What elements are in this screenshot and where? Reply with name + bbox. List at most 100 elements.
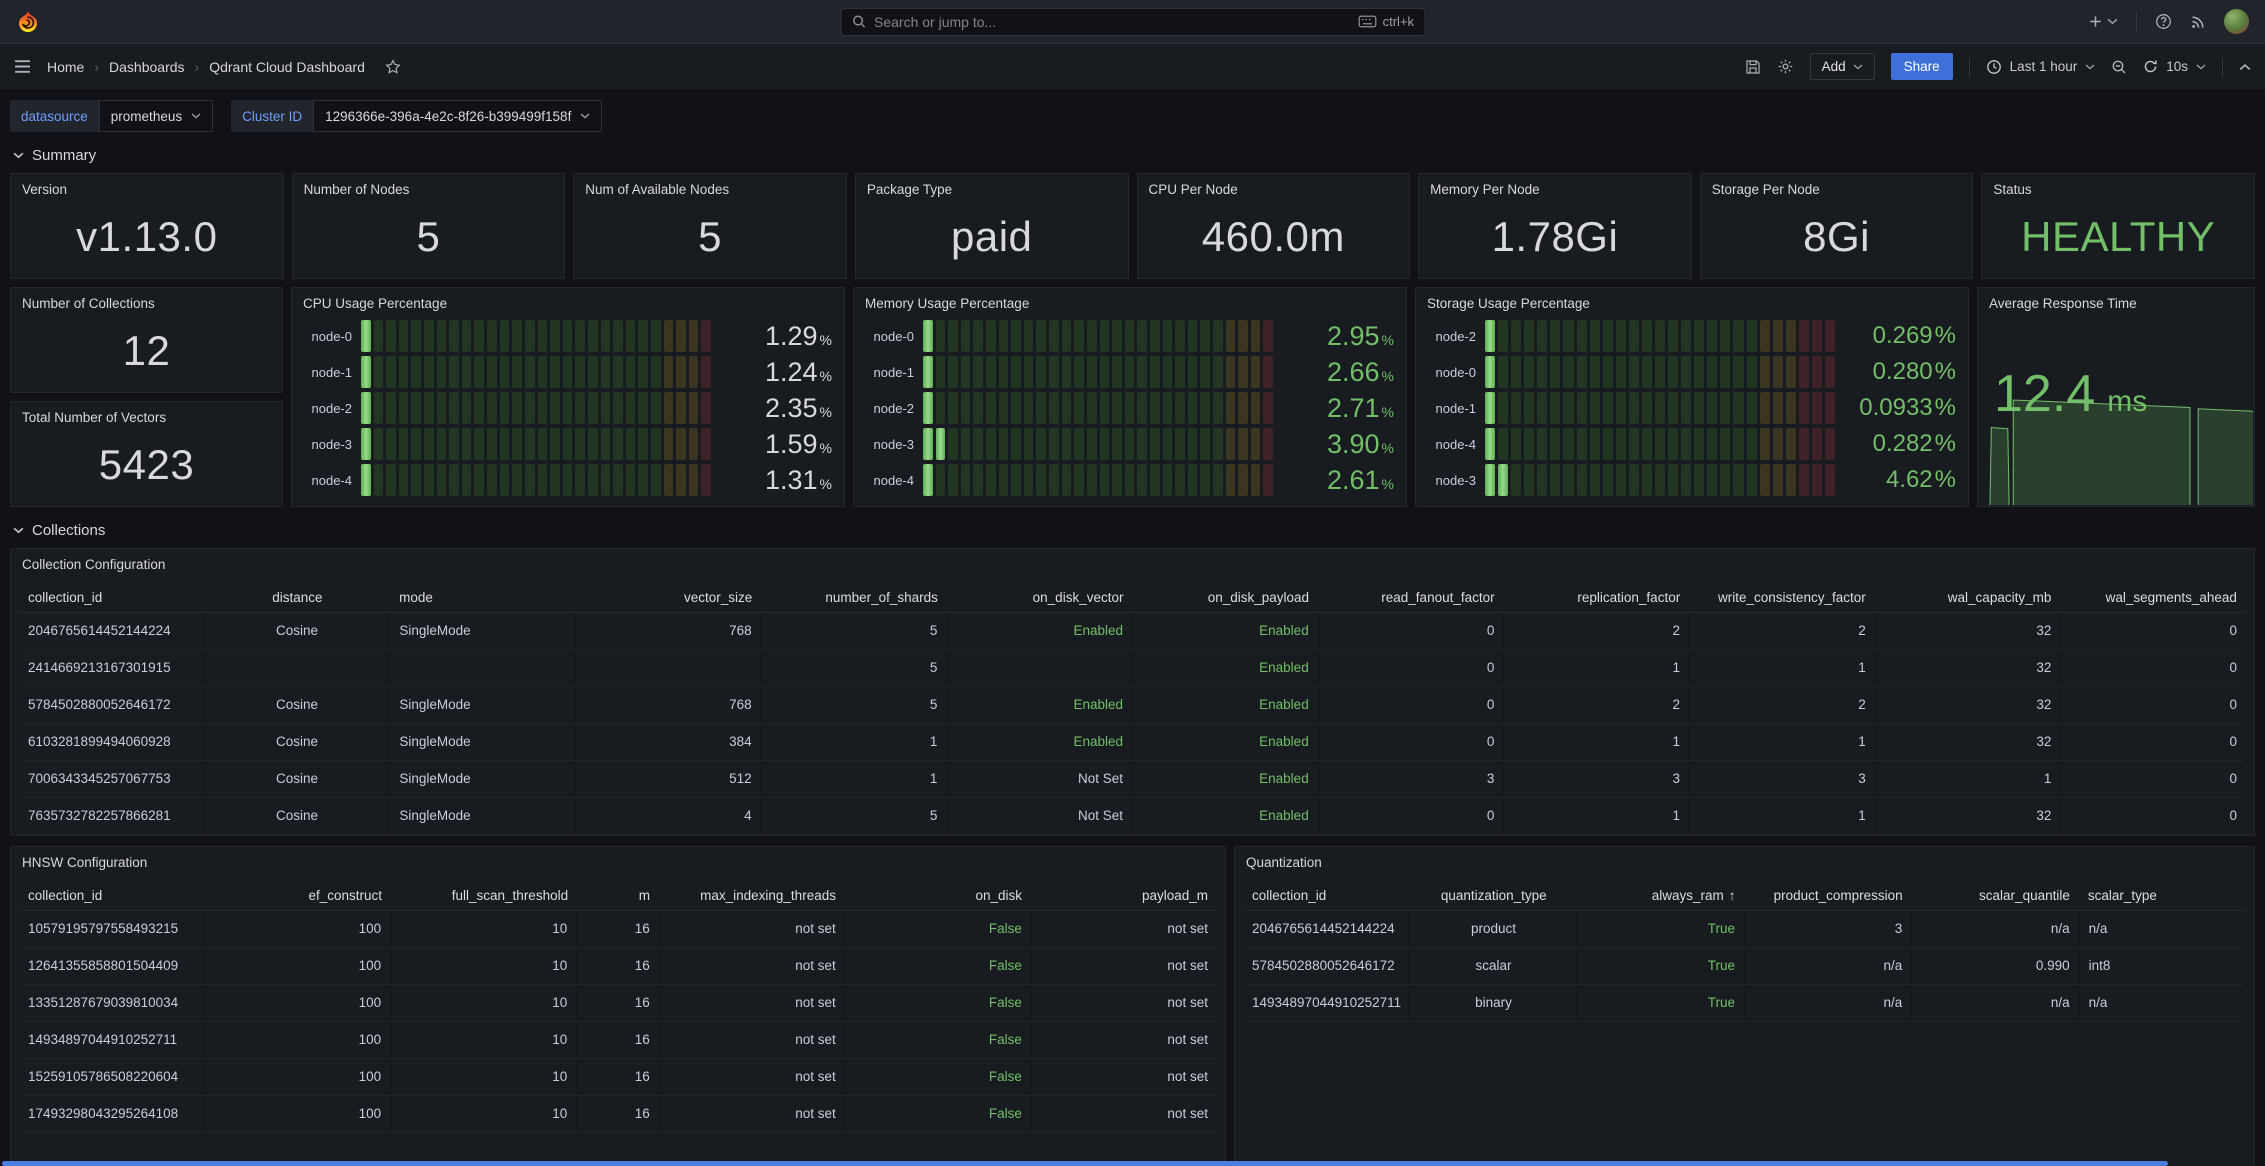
favorite-star-icon[interactable] — [385, 59, 401, 75]
gauge-cell — [500, 428, 510, 460]
column-header-wal_segments_ahead[interactable]: wal_segments_ahead — [2060, 583, 2246, 612]
panel-title[interactable]: Collection Configuration — [11, 549, 2254, 580]
usage-row: Number of Collections 12 Total Number of… — [10, 287, 2255, 507]
column-header-quantization_type[interactable]: quantization_type — [1410, 881, 1577, 910]
panel-title[interactable]: Quantization — [1235, 847, 2254, 878]
table-cell: 0 — [2061, 724, 2246, 760]
table-cell: 100 — [205, 911, 391, 947]
column-header-on_disk_payload[interactable]: on_disk_payload — [1132, 583, 1318, 612]
column-header-max_indexing_threads[interactable]: max_indexing_threads — [659, 881, 845, 910]
column-header-on_disk[interactable]: on_disk — [845, 881, 1031, 910]
gauge-cell — [923, 392, 933, 424]
column-header-read_fanout_factor[interactable]: read_fanout_factor — [1318, 583, 1504, 612]
variable-datasource-select[interactable]: prometheus — [99, 100, 213, 132]
gauge-cell — [1642, 320, 1652, 352]
gauge-cell — [1125, 392, 1135, 424]
panel-title[interactable]: Storage Usage Percentage — [1416, 288, 1968, 319]
gauge-cell — [1175, 464, 1185, 496]
gauge-cell — [1655, 320, 1665, 352]
time-range-picker[interactable]: Last 1 hour — [1986, 59, 2096, 75]
gauge-value: 2.61% — [1282, 464, 1394, 496]
column-header-ef_construct[interactable]: ef_construct — [205, 881, 391, 910]
gauge-value: 1.59% — [720, 428, 832, 460]
cpu-gauge: node-01.29%node-11.24%node-22.35%node-31… — [300, 320, 832, 496]
zoom-out-time-button[interactable] — [2111, 59, 2127, 75]
breadcrumb-dashboards[interactable]: Dashboards — [109, 59, 185, 75]
gauge-cell — [1485, 428, 1495, 460]
column-header-collection_id[interactable]: collection_id — [19, 881, 205, 910]
gauge-bar — [1485, 428, 1835, 460]
gauge-cell — [500, 392, 510, 424]
summary-stats-row: Version v1.13.0 Number of Nodes 5 Num of… — [10, 173, 2255, 279]
section-summary[interactable]: Summary — [13, 147, 2255, 164]
divider — [2222, 57, 2223, 77]
collapse-toolbar-icon[interactable] — [2239, 63, 2251, 71]
new-menu-button[interactable] — [2088, 14, 2118, 29]
table-cell: 1 — [762, 724, 948, 760]
panel-title[interactable]: HNSW Configuration — [11, 847, 1225, 878]
column-header-m[interactable]: m — [577, 881, 659, 910]
grafana-logo[interactable] — [16, 9, 42, 35]
help-icon[interactable] — [2155, 13, 2172, 30]
panel-title[interactable]: Memory Usage Percentage — [854, 288, 1406, 319]
gauge-row: node-42.61% — [862, 464, 1394, 496]
gauge-cell — [1226, 464, 1236, 496]
gauge-cell — [638, 464, 648, 496]
gauge-cell — [487, 428, 497, 460]
gauge-value: 0.269% — [1844, 320, 1956, 352]
gauge-cell — [1200, 464, 1210, 496]
column-header-payload_m[interactable]: payload_m — [1031, 881, 1217, 910]
gauge-cell — [474, 356, 484, 388]
column-header-on_disk_vector[interactable]: on_disk_vector — [947, 583, 1133, 612]
column-header-distance[interactable]: distance — [205, 583, 391, 612]
section-collections[interactable]: Collections — [13, 522, 2255, 539]
column-header-collection_id[interactable]: collection_id — [19, 583, 205, 612]
panel-storage-per-node: Storage Per Node 8Gi — [1700, 173, 1974, 279]
gauge-row: node-20.269% — [1424, 320, 1956, 352]
table-cell: 5 — [762, 650, 948, 686]
search-input[interactable]: Search or jump to... ctrl+k — [840, 8, 1425, 36]
user-avatar[interactable] — [2224, 9, 2249, 34]
gauge-cell — [923, 356, 933, 388]
column-header-mode[interactable]: mode — [390, 583, 576, 612]
column-header-always_ram[interactable]: always_ram↑ — [1577, 881, 1744, 910]
refresh-picker[interactable]: 10s — [2143, 59, 2206, 74]
horizontal-scrollbar[interactable] — [2, 1161, 2168, 1166]
column-header-scalar_quantile[interactable]: scalar_quantile — [1912, 881, 2079, 910]
table-cell: 14934897044910252711 — [19, 1022, 205, 1058]
gauge-cell — [1188, 320, 1198, 352]
column-header-wal_capacity_mb[interactable]: wal_capacity_mb — [1875, 583, 2061, 612]
gauge-cell — [487, 320, 497, 352]
gauge-cell — [1112, 392, 1122, 424]
column-header-vector_size[interactable]: vector_size — [576, 583, 762, 612]
column-header-product_compression[interactable]: product_compression — [1745, 881, 1912, 910]
gauge-cell — [1681, 392, 1691, 424]
panel-title[interactable]: Average Response Time — [1978, 288, 2254, 319]
breadcrumb-home[interactable]: Home — [47, 59, 84, 75]
column-header-scalar_type[interactable]: scalar_type — [2079, 881, 2246, 910]
column-header-number_of_shards[interactable]: number_of_shards — [761, 583, 947, 612]
column-header-write_consistency_factor[interactable]: write_consistency_factor — [1689, 583, 1875, 612]
panel-number-of-nodes: Number of Nodes 5 — [292, 173, 566, 279]
save-dashboard-button[interactable] — [1745, 59, 1761, 75]
gauge-cell — [588, 392, 598, 424]
gauge-cell — [1825, 320, 1835, 352]
panel-title[interactable]: CPU Usage Percentage — [292, 288, 844, 319]
gauge-cell — [1263, 392, 1273, 424]
gauge-bar — [923, 392, 1273, 424]
add-panel-button[interactable]: Add — [1810, 53, 1875, 80]
table-cell: SingleMode — [390, 687, 576, 723]
column-header-full_scan_threshold[interactable]: full_scan_threshold — [391, 881, 577, 910]
gauge-cell — [936, 428, 946, 460]
gauge-cell — [512, 356, 522, 388]
gauge-cell — [1049, 356, 1059, 388]
share-button[interactable]: Share — [1891, 53, 1953, 80]
column-header-collection_id[interactable]: collection_id — [1243, 881, 1410, 910]
mega-menu-toggle[interactable] — [14, 59, 31, 74]
news-icon[interactable] — [2190, 14, 2206, 30]
variable-cluster-id-select[interactable]: 1296366e-396a-4e2c-8f26-b399499f158f — [313, 100, 602, 132]
table-row: 5784502880052646172scalarTruen/a0.990int… — [1243, 948, 2246, 985]
column-header-replication_factor[interactable]: replication_factor — [1504, 583, 1690, 612]
dashboard-settings-button[interactable] — [1777, 58, 1794, 75]
gauge-cell — [1011, 428, 1021, 460]
